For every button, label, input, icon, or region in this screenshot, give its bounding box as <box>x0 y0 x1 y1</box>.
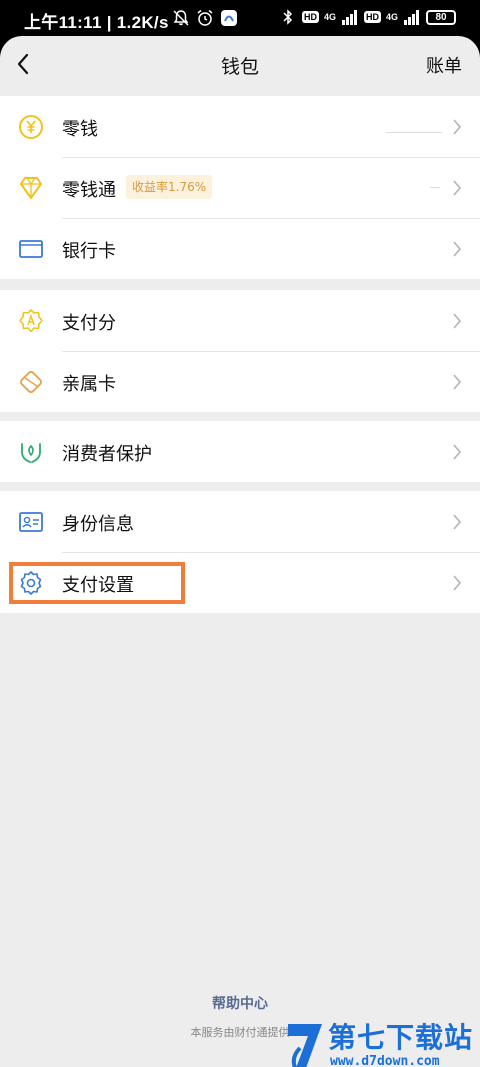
chevron-right-icon <box>453 444 462 460</box>
item-label: 支付分 <box>62 313 116 334</box>
list-item-change[interactable]: 零钱 <box>0 96 480 157</box>
mute-bell-icon <box>173 10 189 26</box>
hd-badge: HD <box>363 11 381 23</box>
wallet-group-credit: 支付分 亲属卡 <box>0 290 480 412</box>
item-label: 消费者保护 <box>62 444 152 465</box>
watermark: 第七下载站 www.d7down.com <box>286 1014 480 1067</box>
watermark-title: 第七下载站 <box>328 1021 474 1054</box>
signal-icon <box>404 10 419 25</box>
bank-card-icon <box>19 240 43 258</box>
list-item-pay-score[interactable]: 支付分 <box>0 290 480 351</box>
yield-rate-badge: 收益率1.76% <box>126 175 213 199</box>
hd-badge: HD <box>301 11 319 23</box>
chevron-right-icon <box>453 374 462 390</box>
wallet-group-protection: 消费者保护 <box>0 421 480 482</box>
wallet-screen: 钱包 账单 零钱 零钱通 收益率1.76% 银行卡 支付分 亲属卡 消费者保护 … <box>0 36 480 1067</box>
item-label: 零钱通 <box>62 180 116 201</box>
alarm-icon <box>197 9 213 26</box>
list-item-payment-settings[interactable]: 支付设置 <box>0 552 480 613</box>
battery-indicator: 80 <box>426 9 456 25</box>
item-label: 身份信息 <box>62 514 134 535</box>
chevron-right-icon <box>453 241 462 257</box>
status-right: HD 4G HD 4G 80 <box>279 8 456 26</box>
gear-icon <box>20 571 42 595</box>
status-bar: 上午11:11 | 1.2K/s HD 4G HD 4G 80 <box>0 0 480 36</box>
diamond-icon <box>20 177 42 199</box>
list-item-change-plus[interactable]: 零钱通 收益率1.76% <box>0 157 480 218</box>
chevron-right-icon <box>453 119 462 135</box>
network-label: 4G <box>385 12 398 22</box>
item-label: 零钱 <box>62 119 98 140</box>
watermark-url: www.d7down.com <box>330 1054 440 1067</box>
nav-bar: 钱包 账单 <box>0 36 480 96</box>
chevron-right-icon <box>453 313 462 329</box>
id-card-icon <box>19 512 43 532</box>
list-item-family-card[interactable]: 亲属卡 <box>0 351 480 412</box>
item-label: 银行卡 <box>62 241 116 262</box>
chevron-right-icon <box>453 514 462 530</box>
status-time: 上午11:11 | 1.2K/s <box>24 13 169 32</box>
page-title: 钱包 <box>220 56 259 78</box>
item-label: 支付设置 <box>62 575 134 596</box>
family-card-icon <box>20 371 42 393</box>
app-notification-icon <box>221 10 237 26</box>
coin-yen-icon <box>19 115 43 139</box>
help-center-link[interactable]: 帮助中心 <box>0 993 480 1013</box>
list-item-bank-card[interactable]: 银行卡 <box>0 218 480 279</box>
consumer-protection-icon <box>21 443 41 463</box>
bill-link[interactable]: 账单 <box>426 52 462 78</box>
wallet-group-settings: 身份信息 支付设置 <box>0 491 480 613</box>
balance-hidden-line <box>430 187 440 188</box>
back-arrow-icon[interactable] <box>10 50 38 78</box>
item-label: 亲属卡 <box>62 374 116 395</box>
chevron-right-icon <box>453 575 462 591</box>
chevron-right-icon <box>453 180 462 196</box>
status-left-icons <box>172 9 238 27</box>
watermark-logo-icon <box>288 1024 322 1067</box>
balance-hidden-line <box>386 132 442 133</box>
wallet-group-funds: 零钱 零钱通 收益率1.76% 银行卡 <box>0 96 480 279</box>
network-label: 4G <box>323 12 336 22</box>
bluetooth-icon <box>283 9 293 25</box>
list-item-identity-info[interactable]: 身份信息 <box>0 491 480 552</box>
list-item-consumer-protection[interactable]: 消费者保护 <box>0 421 480 482</box>
signal-icon <box>341 10 357 25</box>
credit-score-icon <box>19 309 43 333</box>
